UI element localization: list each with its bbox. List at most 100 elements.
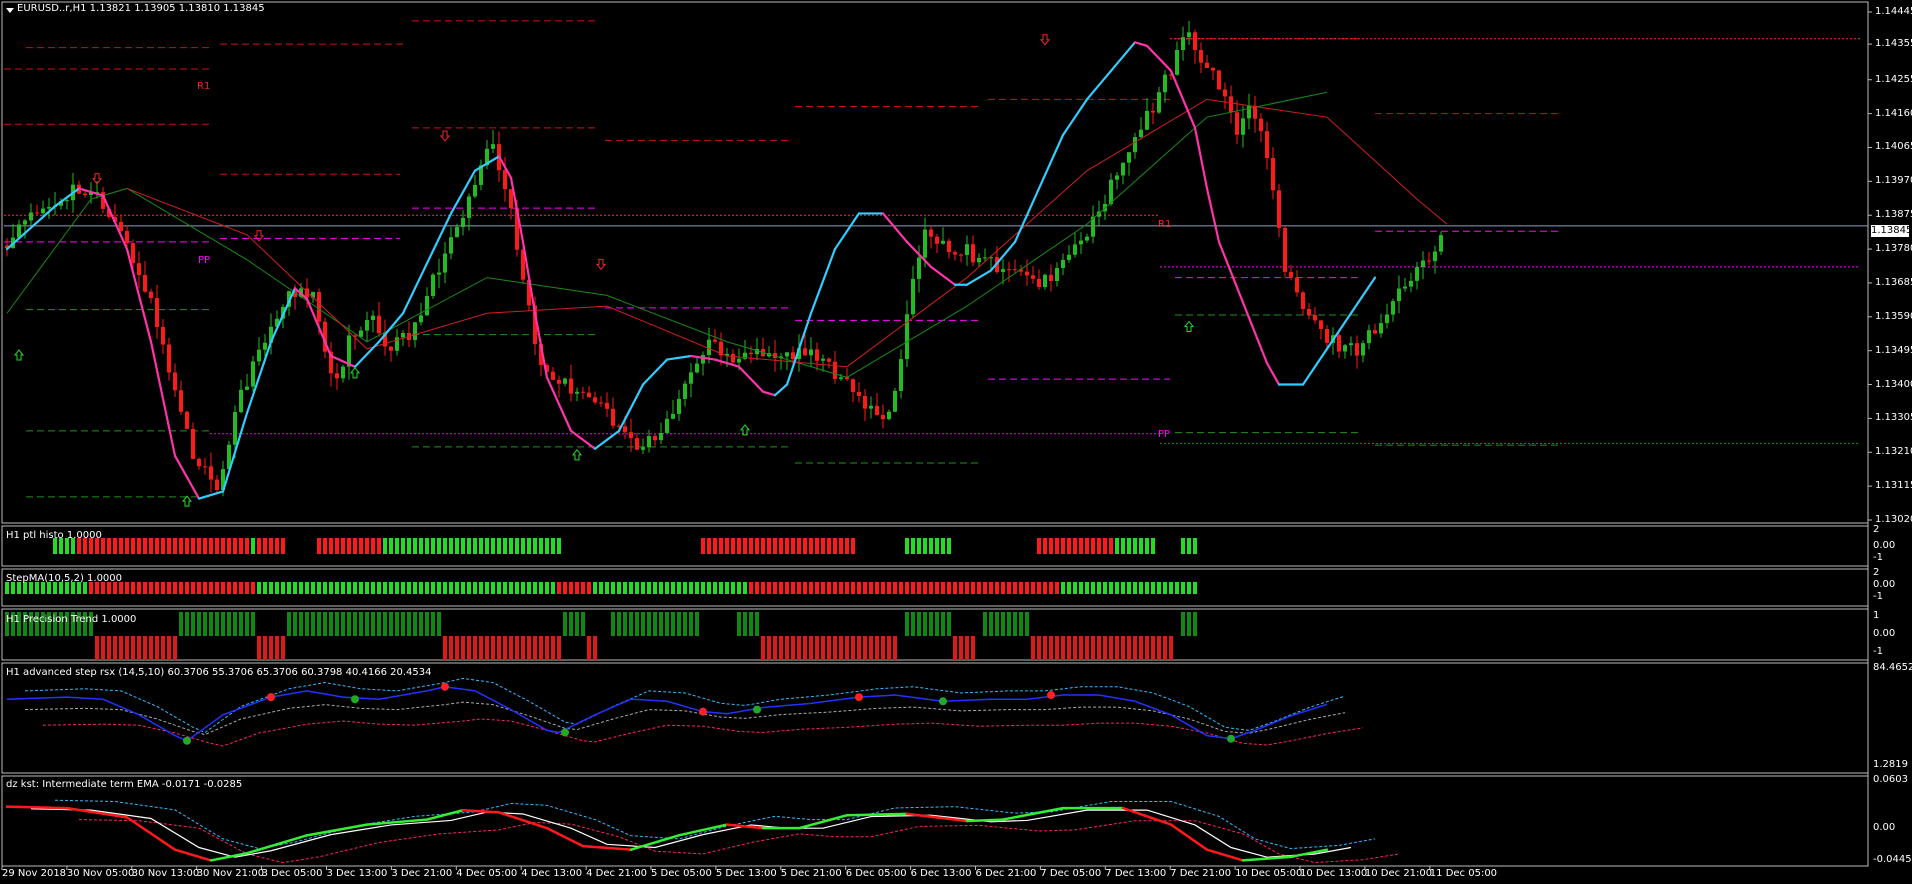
precision-trend-bear-bar bbox=[275, 636, 279, 660]
stepma-bar bbox=[989, 582, 993, 594]
stepma-bar bbox=[317, 582, 321, 594]
ptl-histo-bar bbox=[551, 538, 555, 554]
stepma-bar bbox=[941, 582, 945, 594]
candle-body bbox=[1415, 267, 1419, 281]
candle-body bbox=[1049, 274, 1053, 281]
candle-body bbox=[1391, 301, 1395, 315]
stepma-bar bbox=[587, 582, 591, 594]
precision-trend-bear-bar bbox=[881, 636, 885, 660]
panel-frame-4 bbox=[1, 662, 1869, 774]
candle-body bbox=[143, 275, 147, 292]
candle-body bbox=[1259, 118, 1263, 132]
fast-ma-segment bbox=[173, 454, 201, 500]
chart-menu-dropdown-icon[interactable] bbox=[6, 8, 14, 13]
precision-trend-bull-bar bbox=[425, 612, 429, 636]
candle-body bbox=[827, 358, 831, 362]
stepma-bar bbox=[461, 582, 465, 594]
candle-body bbox=[365, 320, 369, 331]
ptl-histo-bar bbox=[1085, 538, 1089, 554]
ptl-histo-bar bbox=[413, 538, 417, 554]
stepma-bar bbox=[839, 582, 843, 594]
candle-body bbox=[1025, 271, 1029, 276]
time-tick-label: 6 Dec 05:00 bbox=[845, 868, 907, 879]
ptl-histo-bar bbox=[1127, 538, 1131, 554]
stepma-bar bbox=[323, 582, 327, 594]
panel-frame-0 bbox=[1, 1, 1869, 524]
fast-ma-segment bbox=[353, 340, 381, 368]
precision-trend-bear-bar bbox=[821, 636, 825, 660]
fast-ma-segment bbox=[449, 169, 477, 215]
candle-body bbox=[1397, 288, 1401, 302]
panel-title-step-rsx: H1 advanced step rsx (14,5,10) 60.3706 5… bbox=[6, 667, 432, 678]
precision-trend-bull-bar bbox=[365, 612, 369, 636]
precision-trend-bull-bar bbox=[671, 612, 675, 636]
stepma-bar bbox=[899, 582, 903, 594]
precision-trend-bull-bar bbox=[347, 612, 351, 636]
panel-title-precision-trend: H1 Precision Trend 1.0000 bbox=[6, 614, 137, 625]
stepma-bar bbox=[1139, 582, 1143, 594]
precision-trend-bull-bar bbox=[1007, 612, 1011, 636]
candle-body bbox=[935, 236, 939, 244]
price-tick-label: 1.13020 bbox=[1875, 514, 1912, 525]
stepma-bar bbox=[749, 582, 753, 594]
stepma-bar bbox=[197, 582, 201, 594]
candle-body bbox=[47, 207, 51, 209]
candle-body bbox=[425, 296, 429, 316]
ptl-histo-bar bbox=[1139, 538, 1143, 554]
candle-body bbox=[1403, 286, 1407, 289]
stepma-bar bbox=[809, 582, 813, 594]
precision-trend-bear-bar bbox=[1055, 636, 1059, 660]
precision-trend-bear-bar bbox=[1043, 636, 1047, 660]
precision-trend-bear-bar bbox=[1127, 636, 1131, 660]
stepma-bar bbox=[911, 582, 915, 594]
time-tick-label: 30 Nov 21:00 bbox=[196, 868, 265, 879]
ptl-histo-bar bbox=[173, 538, 177, 554]
precision-trend-bull-bar bbox=[245, 612, 249, 636]
candle-body bbox=[869, 405, 873, 409]
candle-body bbox=[1289, 271, 1293, 278]
stepma-bar bbox=[707, 582, 711, 594]
ptl-histo-bar bbox=[1079, 538, 1083, 554]
subpanel-scale-label: -1 bbox=[1873, 552, 1883, 563]
precision-trend-bull-bar bbox=[191, 612, 195, 636]
stepma-bar bbox=[833, 582, 837, 594]
stepma-bar bbox=[521, 582, 525, 594]
ptl-histo-bar bbox=[209, 538, 213, 554]
stepma-bar bbox=[275, 582, 279, 594]
candle-body bbox=[1343, 345, 1347, 352]
ptl-histo-bar bbox=[917, 538, 921, 554]
ptl-histo-bar bbox=[179, 538, 183, 554]
pivot-label-r1-2: R1 bbox=[1158, 219, 1172, 230]
fast-ma-segment bbox=[641, 358, 669, 386]
trading-chart[interactable] bbox=[0, 0, 1912, 884]
stepma-bar bbox=[263, 582, 267, 594]
precision-trend-bear-bar bbox=[449, 636, 453, 660]
stepma-bar bbox=[281, 582, 285, 594]
kst-main-segment bbox=[1169, 823, 1209, 851]
stepma-bar bbox=[269, 582, 273, 594]
candle-body bbox=[491, 144, 495, 149]
stepma-bar bbox=[917, 582, 921, 594]
candle-body bbox=[875, 405, 879, 415]
stepma-bar bbox=[623, 582, 627, 594]
ptl-histo-bar bbox=[461, 538, 465, 554]
stepma-bar bbox=[953, 582, 957, 594]
stepma-bar bbox=[1043, 582, 1047, 594]
stepma-bar bbox=[1163, 582, 1167, 594]
ptl-histo-bar bbox=[755, 538, 759, 554]
fast-ma-segment bbox=[1061, 98, 1089, 137]
ptl-histo-bar bbox=[107, 538, 111, 554]
ptl-histo-bar bbox=[1109, 538, 1113, 554]
candle-body bbox=[1211, 68, 1215, 71]
candle-body bbox=[1007, 269, 1011, 271]
stepma-bar bbox=[1061, 582, 1065, 594]
candle-body bbox=[1283, 228, 1287, 272]
stepma-bar bbox=[569, 582, 573, 594]
precision-trend-bull-bar bbox=[239, 612, 243, 636]
price-tick-label: 1.13305 bbox=[1875, 412, 1912, 424]
stepma-bar bbox=[377, 582, 381, 594]
fast-ma-segment bbox=[785, 312, 813, 386]
precision-trend-bull-bar bbox=[197, 612, 201, 636]
stepma-bar bbox=[1049, 582, 1053, 594]
time-tick-label: 5 Dec 13:00 bbox=[715, 868, 777, 879]
